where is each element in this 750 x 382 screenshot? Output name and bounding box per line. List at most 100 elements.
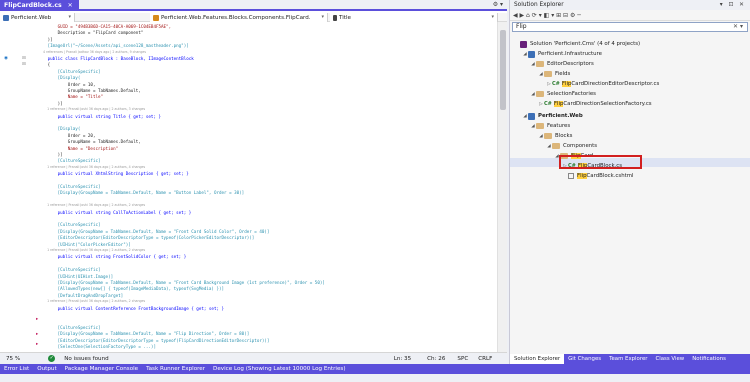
solution-explorer-panel: Solution Explorer ▾ ⊡ ✕ ◀ ▶ ⌂ ⟳ ▾ ◧ ▾ ⊞ … <box>509 0 750 364</box>
solution-explorer-toolbar[interactable]: ◀ ▶ ⌂ ⟳ ▾ ◧ ▾ ⊞ ⊟ ⚙ ─ <box>510 10 750 21</box>
code-line: Order = 20, <box>40 132 96 138</box>
code-line: public virtual string CallToActionLabel … <box>40 209 192 215</box>
tool-tab[interactable]: Class View <box>651 354 688 364</box>
whitespace-indicator[interactable]: SPC <box>457 356 468 362</box>
code-line: [AllowedTypes(new[] { typeof(ImageMediaD… <box>40 286 225 292</box>
code-line: Name = "Title" <box>40 94 104 100</box>
tool-tab[interactable]: Team Explorer <box>605 354 651 364</box>
codelens-line[interactable]: 4 references | Pranali Jadhav 36 days ag… <box>40 50 146 55</box>
tree-node[interactable]: ◢ EditorDescriptors <box>530 59 594 69</box>
tool-tab[interactable]: Git Changes <box>564 354 605 364</box>
class-dropdown[interactable]: Perficient.Web.Features.Blocks.Component… <box>150 13 328 22</box>
tree-node[interactable]: ◢ Blocks <box>538 131 572 141</box>
vertical-scrollbar[interactable] <box>497 22 507 352</box>
solution-search-input[interactable]: Flip ✕ ▾ <box>512 22 748 32</box>
tree-node[interactable]: FlipCardBlock.cshtml <box>562 171 634 181</box>
codelens-line[interactable]: 1 reference | Pranali Joshi 36 days ago … <box>40 107 145 112</box>
project-icon <box>528 50 535 58</box>
code-line: [CultureSpecific] <box>40 68 101 74</box>
codelens-line[interactable]: 1 reference | Pranali Joshi 36 days ago … <box>40 248 145 253</box>
tree-node[interactable]: ▷ C# FlipCardDirectionSelectionFactory.cs <box>538 99 652 109</box>
editor-gutter[interactable]: ◉ ⊟ ⊟ ▸ ▸ ▸ <box>0 22 40 352</box>
chevron-down-icon: ▾ <box>491 14 494 20</box>
issues-indicator[interactable]: ✓ No issues found <box>42 355 109 362</box>
bottom-tab[interactable]: Package Manager Console <box>61 366 142 372</box>
breakpoint-marker-icon[interactable]: ▸ <box>36 332 38 337</box>
code-line: Name = "Description" <box>40 145 119 151</box>
bottom-tab[interactable]: Device Log (Showing Latest 10000 Log Ent… <box>209 366 349 372</box>
code-line: [DefaultDragAndDropTarget] <box>40 292 124 298</box>
bottom-tab[interactable]: Error List <box>0 366 33 372</box>
document-tab-bar: FlipCardBlock.cs ✕ ⚙ ▾ <box>0 0 507 11</box>
code-line: GroupName = TabNames.Default, <box>40 88 141 93</box>
code-line: GroupName = TabNames.Default, <box>40 139 141 145</box>
highlight-annotation-box <box>559 155 642 169</box>
code-line: [CultureSpecific] <box>40 158 101 164</box>
class-dropdown-value: Perficient.Web.Features.Blocks.Component… <box>161 14 311 21</box>
tree-node[interactable]: ◢ SelectionFactories <box>530 89 596 99</box>
tree-node[interactable]: ◢ Perficient.Web <box>522 111 583 121</box>
project-dropdown[interactable]: Perficient.Web ▾ <box>0 13 75 22</box>
line-ending-indicator[interactable]: CRLF <box>478 356 492 362</box>
code-line: [Display(GroupName = TabNames.Default, N… <box>40 280 325 285</box>
code-line: [CultureSpecific] <box>40 267 101 273</box>
bottom-tab[interactable]: Output <box>33 366 60 372</box>
tool-tab[interactable]: Solution Explorer <box>510 354 565 364</box>
tree-node[interactable]: Solution 'Perficient.Cms' (4 of 4 projec… <box>514 39 640 49</box>
code-line: [UIHint("ColorPickerEditor")] <box>40 241 131 247</box>
tree-node[interactable]: ◢ Perficient.Infrastructure <box>522 49 602 59</box>
zoom-level[interactable]: 75 % <box>6 356 20 362</box>
tree-node[interactable]: ◢ Features <box>530 121 570 131</box>
project-icon <box>528 112 535 120</box>
tree-node-label: Perficient.Infrastructure <box>538 51 602 57</box>
code-line: [Display(GroupName = TabNames.Default, N… <box>40 331 250 337</box>
tree-node-label: Blocks <box>555 133 573 139</box>
collapse-icon[interactable]: ⊟ <box>22 56 26 61</box>
tree-node[interactable]: ◢ Fields <box>538 69 570 79</box>
document-tab[interactable]: FlipCardBlock.cs ✕ <box>0 0 79 11</box>
solution-explorer-title-bar: Solution Explorer ▾ ⊡ ✕ <box>510 0 750 10</box>
tree-node[interactable]: ◢ Components <box>546 141 597 151</box>
panel-window-buttons[interactable]: ▾ ⊡ ✕ <box>720 0 750 10</box>
line-indicator: Ln: 35 <box>393 355 412 362</box>
codelens-line[interactable]: 1 reference | Pranali Joshi 36 days ago … <box>40 203 145 208</box>
code-line: )] <box>40 152 63 157</box>
tab-actions-icon[interactable]: ⚙ ▾ <box>493 1 503 8</box>
code-line: { <box>40 62 51 68</box>
tree-node[interactable]: ▷ C# FlipCardDirectionEditorDescriptor.cs <box>546 79 659 89</box>
toolbar-icons[interactable]: ◀ ▶ ⌂ ⟳ ▾ ◧ ▾ ⊞ ⊟ ⚙ ─ <box>513 12 581 19</box>
chevron-down-icon: ▾ <box>321 14 324 20</box>
collapse-icon[interactable]: ⊟ <box>22 62 26 67</box>
clear-search-icon[interactable]: ✕ ▾ <box>733 23 747 31</box>
code-editor[interactable]: FlipCardBlock.cs ✕ ⚙ ▾ Perficient.Web ▾ … <box>0 0 507 364</box>
tree-node-label: Components <box>563 143 598 149</box>
code-line: [Display( <box>40 126 81 132</box>
code-line: [ImageUrl("~/Scene/Assets/api_scene128_m… <box>40 43 189 49</box>
close-tab-icon[interactable]: ✕ <box>68 0 73 11</box>
tree-node-label: FlipCardDirectionEditorDescriptor.cs <box>561 81 660 87</box>
member-dropdown-value: Title <box>339 14 351 21</box>
code-text-area[interactable]: GUID = "494B3B6D-CA15-40CA-A069-1C04EB4F… <box>40 22 507 352</box>
member-dropdown[interactable]: Title ▾ <box>330 13 498 22</box>
tree-node-label: Features <box>547 123 571 129</box>
implementation-icon[interactable]: ◉ <box>4 56 8 61</box>
tool-tab[interactable]: Notifications <box>688 354 730 364</box>
breakpoint-marker-icon[interactable]: ▸ <box>36 317 38 322</box>
codelens-line[interactable]: 1 reference | Pranali Joshi 36 days ago … <box>40 165 145 170</box>
breakpoint-marker-icon[interactable]: ▸ <box>36 342 38 347</box>
code-line: )] <box>40 36 53 42</box>
wrench-icon <box>333 14 337 21</box>
codelens-line[interactable]: 1 reference | Pranali Joshi 36 days ago … <box>40 299 145 304</box>
code-line: [UIHint(UIHint.Image)] <box>40 273 114 279</box>
folder-icon <box>536 91 544 97</box>
razor-file-icon <box>568 173 574 179</box>
bottom-tab[interactable]: Task Runner Explorer <box>142 366 209 372</box>
issues-text: No issues found <box>64 355 109 362</box>
code-line: public virtual string FrontSolidColor { … <box>40 254 187 260</box>
chevron-down-icon: ▾ <box>68 14 71 20</box>
project-dropdown-value: Perficient.Web <box>11 14 52 21</box>
code-line: GUID = "494B3B6D-CA15-40CA-A069-1C04EB4F… <box>40 24 172 29</box>
tree-node-label: Perficient.Web <box>538 113 583 119</box>
scrollbar-thumb[interactable] <box>500 30 506 110</box>
code-line: [EditorDescriptor(EditorDescriptorType =… <box>40 235 255 241</box>
